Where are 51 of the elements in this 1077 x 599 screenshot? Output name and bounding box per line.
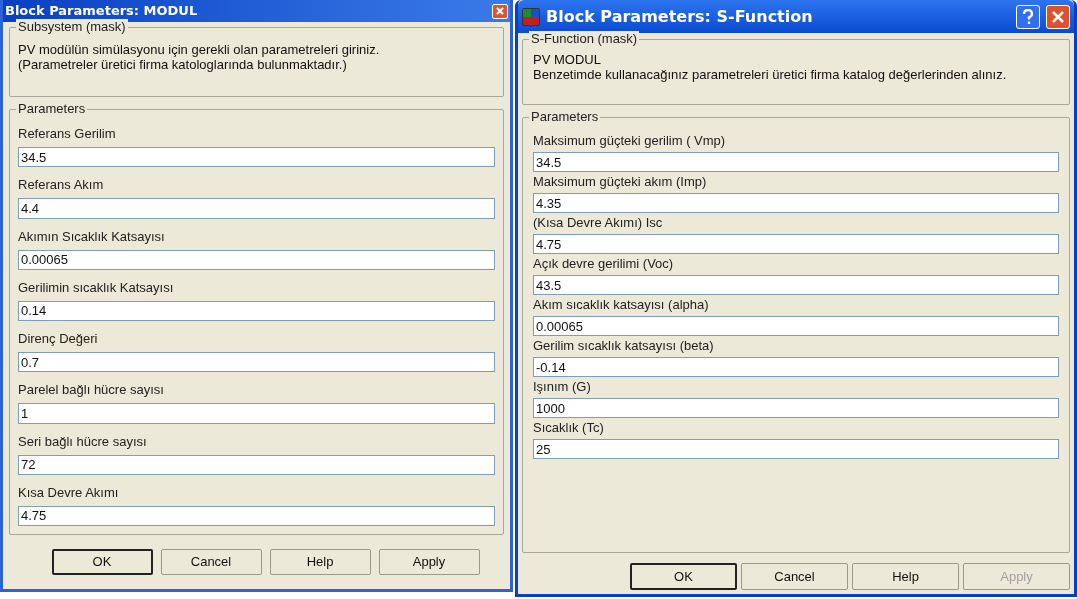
input-field[interactable]: 1 bbox=[18, 403, 495, 424]
field-label: Parelel bağlı hücre sayısı bbox=[18, 382, 164, 399]
field-label: Referans Gerilim bbox=[18, 126, 116, 142]
field-label: Maksimum güçteki gerilim ( Vmp) bbox=[533, 133, 726, 149]
field-label: Gerilim sıcaklık katsayısı (beta) bbox=[533, 338, 714, 354]
close-icon[interactable] bbox=[1046, 4, 1070, 29]
dialog-button[interactable]: OK bbox=[51, 549, 153, 575]
dialog-button[interactable]: Cancel bbox=[741, 563, 848, 590]
description-text: PV MODUL bbox=[533, 52, 602, 67]
input-field[interactable]: 34.5 bbox=[533, 152, 1059, 172]
description-text: Benzetimde kullanacağınız parametreleri üretici firma katalog değerlerinden alınız. bbox=[533, 67, 1008, 82]
input-field[interactable]: 1000 bbox=[533, 398, 1059, 418]
input-field[interactable]: 4.35 bbox=[533, 193, 1059, 213]
field-label: Referans Akım bbox=[18, 177, 104, 194]
dialog-button[interactable]: Help bbox=[852, 563, 959, 590]
help-icon[interactable] bbox=[1016, 4, 1040, 29]
input-field[interactable]: 4.4 bbox=[18, 198, 495, 219]
group-legend: S-Function (mask) bbox=[529, 31, 640, 47]
field-label: Gerilimin sıcaklık Katsayısı bbox=[18, 279, 174, 296]
field-label: Kısa Devre Akımı bbox=[18, 484, 119, 501]
input-field[interactable]: 43.5 bbox=[533, 275, 1059, 295]
input-field[interactable]: 4.75 bbox=[533, 234, 1059, 254]
input-field[interactable]: 4.75 bbox=[18, 505, 495, 526]
window-title: Block Parameters: S-Function bbox=[546, 5, 814, 28]
input-field[interactable]: 25 bbox=[533, 439, 1059, 459]
input-field[interactable]: 0.00065 bbox=[18, 249, 495, 270]
field-label: Açık devre gerilimi (Voc) bbox=[533, 256, 674, 272]
field-label: Sıcaklık (Tc) bbox=[533, 420, 604, 436]
field-label: Akımın Sıcaklık Katsayısı bbox=[18, 228, 165, 245]
input-field[interactable]: 34.5 bbox=[18, 147, 495, 168]
dialog-button[interactable]: Cancel bbox=[160, 549, 262, 575]
input-field[interactable]: 0.7 bbox=[18, 352, 495, 373]
input-field[interactable]: 0.14 bbox=[18, 300, 495, 321]
dialog-button[interactable]: OK bbox=[630, 563, 737, 590]
window-title: Block Parameters: MODUL bbox=[5, 2, 199, 21]
field-label: Işınım (G) bbox=[533, 379, 591, 395]
field-label: (Kısa Devre Akımı) Isc bbox=[533, 215, 663, 231]
description-text: (Parametreler üretici firma katologlarında bulunmaktadır.) bbox=[18, 57, 348, 72]
group-legend: Subsystem (mask) bbox=[16, 19, 128, 35]
field-label: Direnç Değeri bbox=[18, 331, 98, 347]
dialog-button[interactable]: Apply bbox=[378, 549, 480, 575]
input-field[interactable]: 72 bbox=[18, 454, 495, 475]
field-label: Akım sıcaklık katsayısı (alpha) bbox=[533, 297, 709, 313]
dialog-button[interactable]: Help bbox=[269, 549, 371, 575]
field-label: Seri bağlı hücre sayısı bbox=[18, 433, 147, 450]
field-label: Maksimum güçteki akım (Imp) bbox=[533, 174, 707, 190]
description-text: PV modülün simülasyonu için gerekli olan parametreleri giriniz. bbox=[18, 42, 381, 57]
input-field[interactable]: -0.14 bbox=[533, 357, 1059, 377]
input-field[interactable]: 0.00065 bbox=[533, 316, 1059, 336]
app-icon bbox=[522, 7, 540, 26]
close-icon[interactable] bbox=[492, 3, 508, 19]
